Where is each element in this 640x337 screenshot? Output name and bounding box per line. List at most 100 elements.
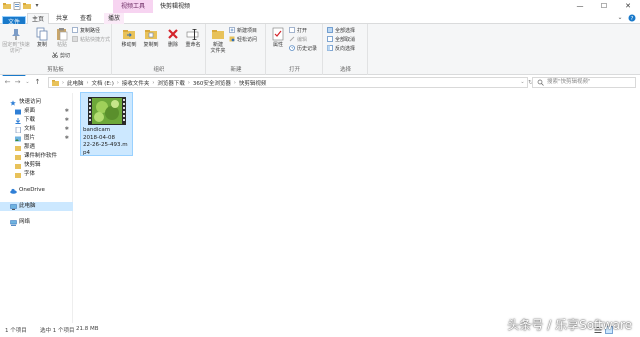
open-icon xyxy=(289,27,295,33)
pin-icon xyxy=(9,27,23,41)
sidebar-item-folder[interactable]: 字体 xyxy=(0,170,73,179)
copy-to-label: 复制到 xyxy=(143,42,159,48)
easy-access-button[interactable]: 轻松访问 xyxy=(229,36,257,44)
open-group-label: 打开 xyxy=(288,67,300,73)
copy-button[interactable]: 复制 xyxy=(31,27,53,48)
breadcrumb-this-pc[interactable]: 此电脑 xyxy=(67,79,84,87)
invert-selection-icon xyxy=(327,45,333,51)
watermark: 头条号 / 乐享Software xyxy=(507,318,632,332)
breadcrumb-separator: › xyxy=(116,79,119,86)
star-icon xyxy=(10,99,16,106)
open-button[interactable]: 打开 xyxy=(289,27,307,35)
sidebar-item-downloads[interactable]: 下载 ✱ xyxy=(0,116,73,125)
new-folder-button[interactable]: 新建 文件夹 xyxy=(207,27,229,54)
new-folder-icon[interactable] xyxy=(23,2,31,10)
paste-shortcut-icon xyxy=(72,36,78,42)
paste-button[interactable]: 粘贴 xyxy=(51,27,73,48)
minimize-button[interactable]: — xyxy=(568,0,592,13)
new-item-label: 新建项目 xyxy=(237,28,258,34)
move-to-button[interactable]: 移动到 xyxy=(118,27,140,48)
properties-button[interactable]: 属性 xyxy=(267,27,289,48)
document-icon xyxy=(15,126,21,133)
new-group: 新建 文件夹 新建项目 轻松访问 新建 xyxy=(207,24,266,75)
network-icon xyxy=(10,219,17,226)
help-icon[interactable]: ? xyxy=(628,14,636,22)
select-all-button[interactable]: 全部选择 xyxy=(327,27,355,35)
rename-button[interactable]: 重命名 xyxy=(182,27,204,48)
search-input[interactable]: 搜索"快剪辑视频" xyxy=(532,77,636,88)
organize-group-label: 组织 xyxy=(153,67,165,73)
paste-shortcut-label: 粘贴快捷方式 xyxy=(80,37,111,43)
new-item-icon xyxy=(229,27,235,33)
copy-path-button[interactable]: 复制路径 xyxy=(72,27,100,35)
breadcrumb-browser-downloads[interactable]: 浏览器下载 xyxy=(157,79,185,87)
sidebar-item-label: 快剪辑 xyxy=(24,162,41,168)
sidebar-item-folder[interactable]: 快剪辑 xyxy=(0,161,73,170)
select-none-button[interactable]: 全部取消 xyxy=(327,36,355,44)
pin-to-quick-access-button[interactable]: 固定到“快速访问” xyxy=(2,27,30,54)
pictures-icon xyxy=(15,136,21,142)
copy-to-button[interactable]: 复制到 xyxy=(140,27,162,48)
paste-label: 粘贴 xyxy=(56,42,67,48)
select-all-label: 全部选择 xyxy=(335,28,356,34)
ribbon-controls: ⌄ ? xyxy=(616,14,636,22)
properties-icon[interactable] xyxy=(13,2,21,10)
sidebar-item-network[interactable]: 网络 xyxy=(0,218,73,227)
sidebar-item-label: 快速访问 xyxy=(19,99,42,105)
address-bar[interactable]: › 此电脑 › 文档 (E:) › 接收文件夹 › 浏览器下载 › 360安全浏… xyxy=(48,77,528,88)
rename-label: 重命名 xyxy=(185,42,201,48)
breadcrumb-drive-e[interactable]: 文档 (E:) xyxy=(92,79,114,87)
sidebar-item-folder[interactable]: 那遇 xyxy=(0,143,73,152)
chevron-down-icon[interactable]: ⌄ xyxy=(23,78,32,87)
cloud-icon xyxy=(10,188,17,194)
tab-view[interactable]: 查看 xyxy=(76,13,96,24)
tab-play[interactable]: 播放 xyxy=(104,13,124,24)
sidebar-item-this-pc[interactable]: 此电脑 xyxy=(0,202,73,211)
sidebar-item-documents[interactable]: 文档 ✱ xyxy=(0,125,73,134)
folder-icon[interactable] xyxy=(3,2,11,10)
window-controls: — ☐ ✕ xyxy=(568,0,640,13)
pin-icon: ✱ xyxy=(64,108,69,114)
select-group: 全部选择 全部取消 反向选择 选择 xyxy=(324,24,368,75)
open-label: 打开 xyxy=(297,28,308,34)
history-button[interactable]: 历史记录 xyxy=(289,45,317,53)
pin-icon: ✱ xyxy=(64,135,69,141)
navigation-pane: 快速访问 桌面 ✱ 下载 ✱ 文档 ✱ 图片 ✱ 那遇 课件制作软件 快剪辑 字… xyxy=(0,93,73,323)
paste-icon xyxy=(55,27,69,41)
delete-button[interactable]: 删除 xyxy=(162,27,184,48)
file-name-line: p4 xyxy=(83,149,90,156)
sidebar-item-quick-access[interactable]: 快速访问 xyxy=(0,98,73,107)
pin-label: 固定到“快速访问” xyxy=(2,42,30,54)
move-to-label: 移动到 xyxy=(121,42,137,48)
close-button[interactable]: ✕ xyxy=(616,0,640,13)
paste-shortcut-button[interactable]: 粘贴快捷方式 xyxy=(72,36,110,44)
cut-button[interactable]: 剪切 xyxy=(52,52,70,60)
breadcrumb-received-folder[interactable]: 接收文件夹 xyxy=(122,79,150,87)
new-item-button[interactable]: 新建项目 xyxy=(229,27,257,35)
invert-selection-button[interactable]: 反向选择 xyxy=(327,45,355,53)
selected-size: 21.8 MB xyxy=(76,326,99,332)
tab-share[interactable]: 共享 xyxy=(52,13,72,24)
sidebar-item-onedrive[interactable]: OneDrive xyxy=(0,186,73,195)
breadcrumb-kuaijianji-video[interactable]: 快剪辑视频 xyxy=(239,79,267,87)
file-list: bandicam 2018-04-08 22-26-25-493.m p4 xyxy=(74,89,640,323)
sidebar-item-desktop[interactable]: 桌面 ✱ xyxy=(0,107,73,116)
sidebar-item-pictures[interactable]: 图片 ✱ xyxy=(0,134,73,143)
copy-path-icon xyxy=(72,27,78,33)
move-to-icon xyxy=(122,27,136,41)
new-group-label: 新建 xyxy=(230,67,242,73)
invert-selection-label: 反向选择 xyxy=(335,46,356,52)
chevron-down-icon[interactable]: ▾ xyxy=(33,2,41,10)
back-arrow-icon[interactable]: ← xyxy=(3,78,12,87)
chevron-down-icon[interactable]: ⌄ xyxy=(616,14,624,22)
breadcrumb-360-browser[interactable]: 360安全浏览器 xyxy=(193,79,231,87)
maximize-button[interactable]: ☐ xyxy=(592,0,616,13)
up-arrow-icon[interactable]: ↑ xyxy=(33,78,42,87)
new-folder-icon xyxy=(211,27,225,41)
file-item[interactable]: bandicam 2018-04-08 22-26-25-493.m p4 xyxy=(80,92,133,156)
folder-icon xyxy=(15,145,21,151)
edit-button[interactable]: 编辑 xyxy=(289,36,307,44)
sidebar-item-folder[interactable]: 课件制作软件 xyxy=(0,152,73,161)
forward-arrow-icon[interactable]: → xyxy=(13,78,22,87)
desktop-icon xyxy=(15,109,21,115)
